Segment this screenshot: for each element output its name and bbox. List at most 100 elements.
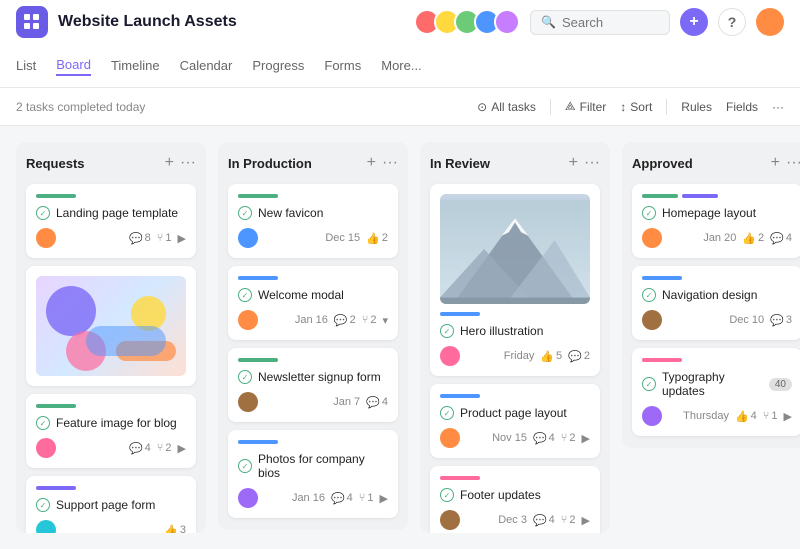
- tab-forms[interactable]: Forms: [324, 58, 361, 75]
- card-welcome-modal[interactable]: Welcome modal Jan 16 💬 2 ⑂ 2 ▾: [228, 266, 398, 340]
- card-support-page[interactable]: Support page form 👍 3: [26, 476, 196, 533]
- all-tasks-icon: ⊙: [477, 100, 487, 114]
- app-icon: [16, 6, 48, 38]
- tab-timeline[interactable]: Timeline: [111, 58, 160, 75]
- header-right: 🔍 + ?: [414, 8, 784, 36]
- fields-btn[interactable]: Fields: [726, 100, 758, 114]
- search-input[interactable]: [562, 15, 662, 30]
- like-count: 👍 4: [735, 410, 757, 423]
- sort-btn[interactable]: ↕ Sort: [620, 100, 652, 114]
- tab-board[interactable]: Board: [56, 57, 91, 76]
- comment-count: 💬 4: [533, 514, 555, 527]
- add-card-icon[interactable]: +: [771, 154, 780, 172]
- check-icon: [36, 498, 50, 512]
- check-icon: [440, 324, 454, 338]
- avatar: [36, 228, 56, 248]
- card-feature-image[interactable]: Feature image for blog 💬 4 ⑂ 2 ▶: [26, 394, 196, 468]
- avatar: [36, 520, 56, 533]
- col-menu-icon[interactable]: ···: [382, 154, 398, 172]
- filter-icon: ⟁: [565, 99, 576, 114]
- avatar: [642, 406, 662, 426]
- card-newsletter-form[interactable]: Newsletter signup form Jan 7 💬 4: [228, 348, 398, 422]
- search-icon: 🔍: [541, 15, 556, 29]
- add-card-icon[interactable]: +: [165, 154, 174, 172]
- card-homepage-layout[interactable]: Homepage layout Jan 20 👍 2 💬 4: [632, 184, 800, 258]
- arrow-icon: ▶: [582, 514, 590, 527]
- comment-count: 💬 2: [568, 350, 590, 363]
- like-count: 👍 2: [366, 232, 388, 245]
- check-icon: [440, 406, 454, 420]
- add-button[interactable]: +: [680, 8, 708, 36]
- rules-btn[interactable]: Rules: [681, 100, 712, 114]
- card-tag: [238, 440, 278, 444]
- tab-list[interactable]: List: [16, 58, 36, 75]
- dropdown-icon[interactable]: ▾: [382, 314, 388, 327]
- card-company-bios[interactable]: Photos for company bios Jan 16 💬 4 ⑂ 1 ▶: [228, 430, 398, 518]
- card-tag: [642, 276, 682, 280]
- card-landing-page[interactable]: Landing page template 💬 8 ⑂ 1 ▶: [26, 184, 196, 258]
- card-tag: [238, 276, 278, 280]
- all-tasks-btn[interactable]: ⊙ All tasks: [477, 100, 536, 114]
- column-in-review: In Review + ···: [420, 142, 610, 533]
- comment-count: 💬 3: [770, 314, 792, 327]
- tab-more[interactable]: More...: [381, 58, 421, 75]
- col-header-approved: Approved + ···: [632, 154, 800, 172]
- check-icon: [642, 206, 656, 220]
- col-actions-approved[interactable]: + ···: [771, 154, 800, 172]
- col-menu-icon[interactable]: ···: [584, 154, 600, 172]
- check-icon: [642, 288, 656, 302]
- tasks-completed-text: 2 tasks completed today: [16, 100, 145, 114]
- card-footer: Jan 7 💬 4: [238, 392, 388, 412]
- card-tag: [642, 358, 682, 362]
- col-actions-in-review[interactable]: + ···: [569, 154, 600, 172]
- card-tag-green: [642, 194, 678, 198]
- branch-count: ⑂ 1: [763, 410, 778, 422]
- card-meta: Friday 👍 5 💬 2: [504, 350, 590, 363]
- tab-progress[interactable]: Progress: [252, 58, 304, 75]
- check-icon: [238, 370, 252, 384]
- arrow-icon: ▶: [582, 432, 590, 445]
- col-menu-icon[interactable]: ···: [786, 154, 800, 172]
- branch-count: ⑂ 2: [561, 432, 576, 444]
- help-button[interactable]: ?: [718, 8, 746, 36]
- col-actions-in-production[interactable]: + ···: [367, 154, 398, 172]
- filter-btn[interactable]: ⟁ Filter: [565, 99, 606, 114]
- card-tag: [36, 486, 76, 490]
- avatar: [642, 228, 662, 248]
- col-header-in-production: In Production + ···: [228, 154, 398, 172]
- card-navigation-design[interactable]: Navigation design Dec 10 💬 3: [632, 266, 800, 340]
- card-hero-illustration[interactable]: Hero illustration Friday 👍 5 💬 2: [430, 184, 600, 376]
- add-card-icon[interactable]: +: [569, 154, 578, 172]
- card-meta: Dec 10 💬 3: [729, 314, 792, 327]
- user-avatar[interactable]: [756, 8, 784, 36]
- card-footer: Jan 16 💬 4 ⑂ 1 ▶: [238, 488, 388, 508]
- card-footer: 💬 8 ⑂ 1 ▶: [36, 228, 186, 248]
- card-image-abstract: [36, 276, 186, 376]
- check-icon: [238, 459, 252, 473]
- card-meta: Jan 16 💬 2 ⑂ 2 ▾: [295, 314, 388, 327]
- card-typography-updates[interactable]: Typography updates 40 Thursday 👍 4 ⑂ 1 ▶: [632, 348, 800, 436]
- more-options-btn[interactable]: ···: [772, 100, 784, 114]
- search-box[interactable]: 🔍: [530, 10, 670, 35]
- card-new-favicon[interactable]: New favicon Dec 15 👍 2: [228, 184, 398, 258]
- card-footer: Jan 20 👍 2 💬 4: [642, 228, 792, 248]
- column-in-production: In Production + ··· New favicon Dec 15 👍…: [218, 142, 408, 530]
- card-product-page[interactable]: Product page layout Nov 15 💬 4 ⑂ 2 ▶: [430, 384, 600, 458]
- add-card-icon[interactable]: +: [367, 154, 376, 172]
- check-icon: [36, 206, 50, 220]
- col-actions-requests[interactable]: + ···: [165, 154, 196, 172]
- two-tags: [642, 194, 792, 198]
- tab-calendar[interactable]: Calendar: [180, 58, 233, 75]
- nav-tabs: List Board Timeline Calendar Progress Fo…: [16, 44, 784, 88]
- card-title: Footer updates: [440, 488, 590, 502]
- card-footer-updates[interactable]: Footer updates Dec 3 💬 4 ⑂ 2 ▶: [430, 466, 600, 533]
- toolbar: 2 tasks completed today ⊙ All tasks ⟁ Fi…: [0, 88, 800, 126]
- col-menu-icon[interactable]: ···: [180, 154, 196, 172]
- arrow-icon: ▶: [784, 410, 792, 423]
- card-meta: Dec 3 💬 4 ⑂ 2 ▶: [498, 514, 590, 527]
- card-abstract[interactable]: [26, 266, 196, 386]
- app-title: Website Launch Assets: [58, 13, 237, 31]
- card-footer: Dec 3 💬 4 ⑂ 2 ▶: [440, 510, 590, 530]
- abs-el-1: [46, 286, 96, 336]
- card-tag: [440, 312, 480, 316]
